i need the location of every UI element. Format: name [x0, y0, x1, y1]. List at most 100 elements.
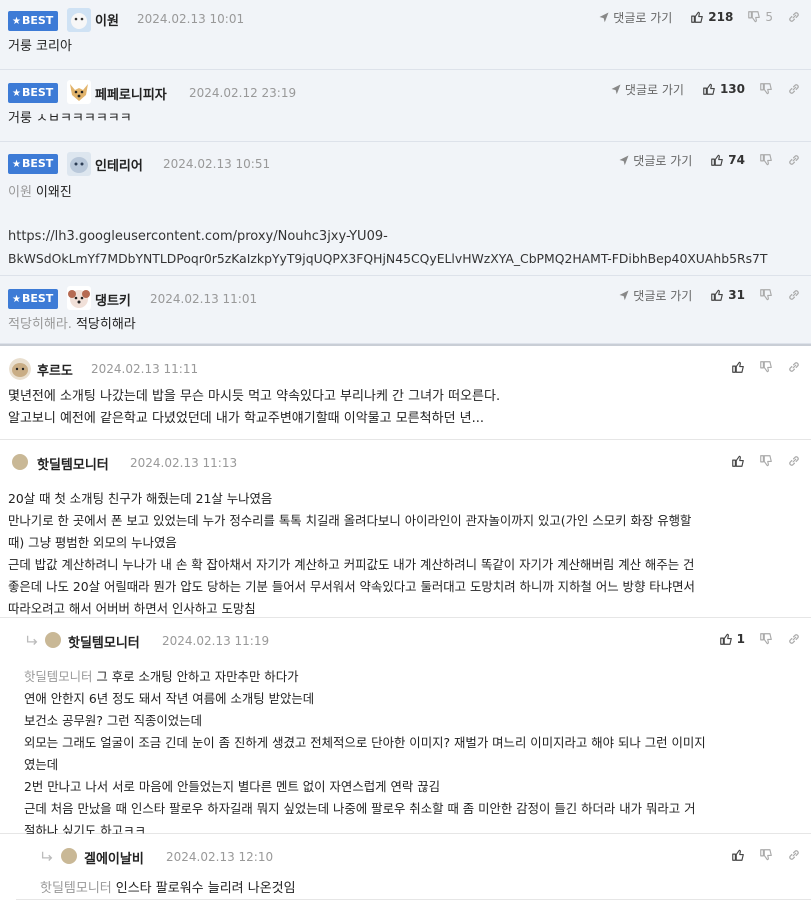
link-icon	[787, 153, 801, 167]
dislike-button[interactable]: 5	[747, 10, 773, 24]
nickname[interactable]: 핫딜템모니터	[37, 454, 109, 473]
share-link-button[interactable]	[787, 360, 801, 374]
comment-body: 거룽 코리아	[8, 39, 72, 54]
nickname[interactable]: 핫딜템모니터	[68, 632, 140, 651]
dislike-button[interactable]	[759, 153, 773, 167]
comment-date: 2024.02.12 23:19	[189, 86, 297, 100]
star-icon: ★	[12, 16, 21, 27]
best-comment: ★BEST 댕트키 2024.02.13 11:01 댓글로 가기 31 적당히…	[0, 276, 811, 344]
like-button[interactable]	[731, 360, 745, 374]
comment-date: 2024.02.13 11:13	[130, 456, 238, 470]
like-button[interactable]	[731, 454, 745, 468]
link-icon	[787, 10, 801, 24]
avatar[interactable]	[45, 632, 61, 648]
goto-comment-link[interactable]: 댓글로 가기	[618, 287, 692, 304]
link-icon	[787, 848, 801, 862]
reply-comment: 핫딜템모니터 2024.02.13 11:19 1 핫딜템모니터 그 후로 소개팅…	[0, 618, 811, 838]
reply-comment: 겔에이날비 2024.02.13 12:10 핫딜템모니터 인스타 팔로워수 늘리…	[16, 834, 811, 900]
comment-date: 2024.02.13 11:19	[162, 634, 270, 648]
avatar[interactable]	[12, 454, 28, 470]
comment-actions	[731, 846, 801, 864]
mention[interactable]: 핫딜템모니터	[24, 669, 92, 684]
comment-body: 20살 때 첫 소개팅 친구가 해줬는데 21살 누나였음 만나기로 한 곳에서…	[8, 491, 695, 616]
arrow-icon	[618, 154, 630, 166]
goto-comment-link[interactable]: 댓글로 가기	[610, 81, 684, 98]
comment-actions: 댓글로 가기 31	[618, 286, 801, 304]
comment-body: 거룽 ㅅㅂㅋㅋㅋㅋㅋㅋ	[8, 111, 132, 126]
arrow-icon	[618, 289, 630, 301]
avatar[interactable]	[67, 286, 91, 310]
comment-actions: 1	[719, 630, 801, 648]
share-link-button[interactable]	[787, 454, 801, 468]
thumbs-up-icon	[702, 82, 716, 96]
star-icon: ★	[12, 88, 21, 99]
dislike-button[interactable]	[759, 632, 773, 646]
nickname[interactable]: 이원	[95, 10, 119, 29]
arrow-icon	[610, 83, 622, 95]
link-icon	[787, 82, 801, 96]
star-icon: ★	[12, 294, 21, 305]
thumbs-down-icon	[759, 360, 773, 374]
share-link-button[interactable]	[787, 632, 801, 646]
nickname[interactable]: 인테리어	[95, 155, 143, 174]
goto-comment-link[interactable]: 댓글로 가기	[598, 9, 672, 26]
share-link-button[interactable]	[787, 153, 801, 167]
comment: 핫딜템모니터 2024.02.13 11:13 20살 때 첫 소개팅 친구가 …	[0, 440, 811, 618]
dislike-button[interactable]	[759, 848, 773, 862]
avatar[interactable]	[67, 80, 91, 104]
nickname[interactable]: 페페로니피자	[95, 84, 167, 103]
link-icon	[787, 632, 801, 646]
avatar[interactable]	[9, 358, 31, 380]
comment-date: 2024.02.13 10:51	[163, 157, 271, 171]
comment-body: 핫딜템모니터 인스타 팔로워수 늘리려 나온것임	[40, 881, 296, 896]
star-icon: ★	[12, 159, 21, 170]
share-link-button[interactable]	[787, 848, 801, 862]
comment-date: 2024.02.13 10:01	[137, 12, 245, 26]
nickname[interactable]: 겔에이날비	[84, 848, 144, 867]
avatar[interactable]	[67, 152, 91, 176]
mention[interactable]: 이원	[8, 185, 32, 200]
best-badge: ★BEST	[8, 154, 58, 174]
like-button[interactable]: 1	[719, 632, 745, 646]
nickname[interactable]: 댕트키	[95, 290, 131, 309]
share-link-button[interactable]	[787, 10, 801, 24]
thumbs-down-icon	[759, 153, 773, 167]
thumbs-up-icon	[719, 632, 733, 646]
best-badge: ★BEST	[8, 289, 58, 309]
like-button[interactable]: 218	[690, 10, 733, 24]
comment-body: 적당히해라. 적당히해라	[8, 317, 136, 332]
share-link-button[interactable]	[787, 288, 801, 302]
goto-comment-link[interactable]: 댓글로 가기	[618, 152, 692, 169]
comment-actions: 댓글로 가기 130	[610, 80, 801, 98]
thumbs-up-icon	[710, 153, 724, 167]
like-button[interactable]: 130	[702, 82, 745, 96]
link-text[interactable]: BkWSdOkLmYf7MDbYNTLDPoqr0r5zKaIzkpYyT9jq…	[8, 248, 803, 270]
dislike-button[interactable]	[759, 82, 773, 96]
like-button[interactable]: 31	[710, 288, 745, 302]
arrow-icon	[598, 11, 610, 23]
like-button[interactable]: 74	[710, 153, 745, 167]
like-button[interactable]	[731, 848, 745, 862]
avatar[interactable]	[67, 8, 91, 32]
dislike-button[interactable]	[759, 360, 773, 374]
thumbs-down-icon	[759, 848, 773, 862]
comment-actions: 댓글로 가기 74	[618, 151, 801, 169]
comment-body: 핫딜템모니터 그 후로 소개팅 안하고 자만추만 하다가 연애 안한지 6년 정도…	[24, 669, 706, 838]
link-icon	[787, 288, 801, 302]
dislike-button[interactable]	[759, 454, 773, 468]
comment-date: 2024.02.13 12:10	[166, 850, 274, 864]
mention[interactable]: 적당히해라.	[8, 317, 72, 332]
best-comment: ★BEST 인테리어 2024.02.13 10:51 댓글로 가기 74 이원…	[0, 142, 811, 276]
best-badge: ★BEST	[8, 11, 58, 31]
comment-date: 2024.02.13 11:11	[91, 362, 199, 376]
share-link-button[interactable]	[787, 82, 801, 96]
avatar[interactable]	[61, 848, 77, 864]
thumbs-down-icon	[759, 632, 773, 646]
dislike-button[interactable]	[759, 288, 773, 302]
thumbs-down-icon	[747, 10, 761, 24]
thumbs-up-icon	[731, 360, 745, 374]
mention[interactable]: 핫딜템모니터	[40, 881, 112, 896]
thumbs-up-icon	[690, 10, 704, 24]
link-text[interactable]: https://lh3.googleusercontent.com/proxy/…	[8, 226, 803, 248]
nickname[interactable]: 후르도	[37, 360, 73, 379]
